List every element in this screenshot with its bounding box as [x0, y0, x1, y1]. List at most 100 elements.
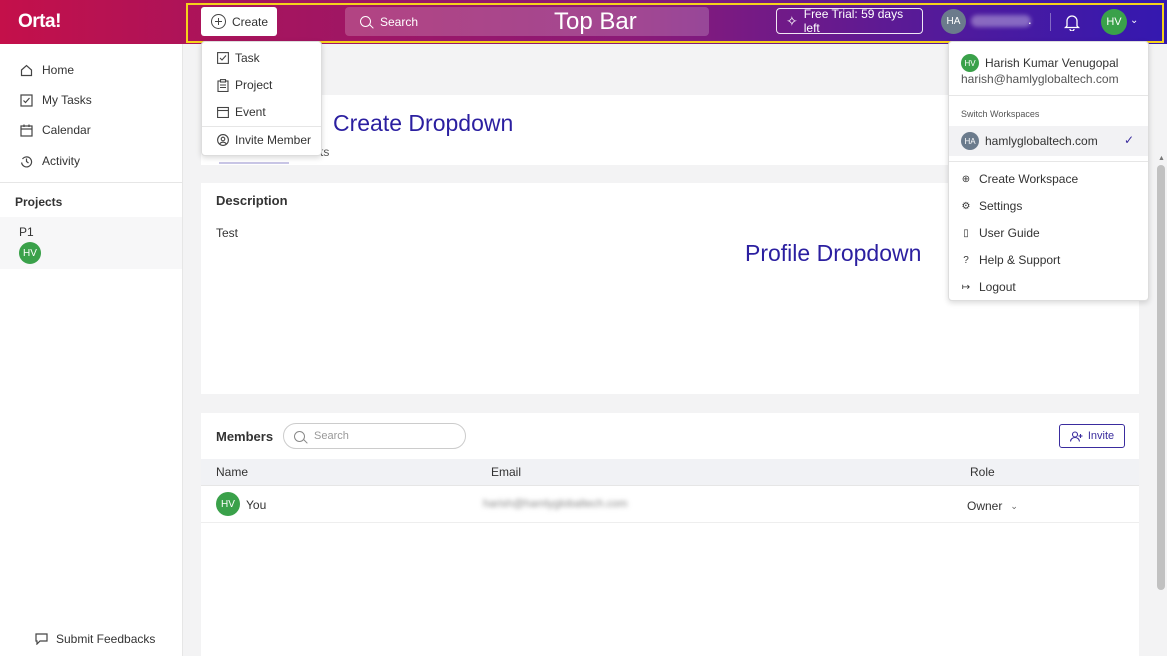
- top-bar-divider: [1050, 13, 1051, 31]
- invite-button-label: Invite: [1087, 430, 1115, 442]
- create-menu-item-label: Invite Member: [235, 133, 312, 147]
- create-button[interactable]: Create: [201, 7, 277, 36]
- profile-menu-help-support[interactable]: ? Help & Support: [961, 253, 1060, 267]
- create-menu-item-event[interactable]: Event: [217, 105, 266, 119]
- profile-menu-settings[interactable]: ⚙ Settings: [961, 199, 1023, 213]
- gear-icon: ⚙: [961, 200, 971, 212]
- members-table-header: [201, 459, 1139, 486]
- profile-menu-user-guide[interactable]: ▯ User Guide: [961, 226, 1040, 240]
- create-menu-item-task[interactable]: Task: [217, 51, 260, 65]
- create-button-label: Create: [232, 14, 269, 29]
- create-menu-item-label: Task: [235, 51, 260, 65]
- profile-dropdown-annotation: Profile Dropdown: [745, 240, 922, 266]
- profile-avatar: HV: [961, 54, 979, 72]
- global-search[interactable]: Search: [345, 7, 709, 36]
- member-avatar: HV: [216, 492, 240, 516]
- app-logo[interactable]: Orta!: [18, 11, 61, 33]
- check-icon: ✓: [1124, 133, 1135, 147]
- create-menu-item-label: Event: [235, 105, 266, 119]
- project-name[interactable]: P1: [19, 225, 34, 239]
- home-icon: [20, 64, 33, 76]
- workspace-name-suffix: .: [1028, 12, 1032, 27]
- submit-feedback-button[interactable]: Submit Feedbacks: [35, 632, 155, 646]
- calendar-icon: [217, 106, 229, 118]
- profile-name: Harish Kumar Venugopal: [985, 56, 1119, 70]
- free-trial-label: Free Trial: 59 days left: [803, 7, 904, 35]
- create-menu-item-project[interactable]: Project: [217, 78, 272, 92]
- workspace-option-name[interactable]: hamlyglobaltech.com: [985, 134, 1098, 148]
- profile-menu-label: User Guide: [979, 226, 1040, 240]
- create-menu-item-label: Project: [235, 78, 273, 92]
- member-role-value: Owner: [967, 499, 1003, 513]
- description-title: Description: [216, 193, 288, 208]
- profile-dropdown: HV Harish Kumar Venugopal harish@hamlygl…: [948, 41, 1149, 301]
- search-icon: [360, 16, 371, 27]
- create-menu-item-invite-member[interactable]: Invite Member: [217, 133, 311, 147]
- workspace-avatar[interactable]: HA: [941, 9, 966, 34]
- history-icon: [21, 155, 33, 168]
- sidebar-item-home[interactable]: Home: [20, 63, 74, 77]
- scroll-up-arrow[interactable]: ▲: [1158, 155, 1165, 162]
- bell-icon[interactable]: [1064, 13, 1080, 31]
- members-card: [201, 413, 1139, 656]
- active-tab-underline: [219, 162, 289, 164]
- top-bar-annotation-label: Top Bar: [554, 8, 637, 35]
- workspace-option-avatar: HA: [961, 132, 979, 150]
- project-member-avatar: HV: [19, 242, 41, 264]
- profile-divider: [949, 95, 1148, 96]
- profile-menu-label: Help & Support: [979, 253, 1061, 267]
- sidebar-divider: [0, 182, 183, 183]
- column-header-name: Name: [216, 465, 249, 479]
- sidebar-item-calendar[interactable]: Calendar: [20, 123, 91, 137]
- workspace-name-redacted[interactable]: [971, 15, 1031, 27]
- description-text[interactable]: Test: [216, 226, 238, 240]
- profile-menu-label: Create Workspace: [979, 172, 1079, 186]
- profile-menu-logout[interactable]: ↦ Logout: [961, 280, 1016, 294]
- clipboard-icon: [217, 78, 229, 92]
- sidebar-item-label: Activity: [42, 154, 81, 168]
- chevron-down-icon[interactable]: ⌄: [1130, 15, 1138, 26]
- sidebar-item-my-tasks[interactable]: My Tasks: [20, 93, 92, 107]
- profile-divider: [949, 161, 1148, 162]
- member-email-redacted: harish@hamlyglobaltech.com: [483, 498, 628, 510]
- logout-icon: ↦: [961, 281, 971, 293]
- members-search-placeholder: Search: [314, 430, 349, 442]
- create-dropdown: Task Project Event Invite Member: [201, 41, 322, 156]
- sparkle-icon: ✧: [786, 12, 798, 29]
- help-icon: ?: [963, 254, 969, 266]
- search-icon: [294, 430, 305, 442]
- scrollbar-thumb[interactable]: [1157, 165, 1165, 590]
- projects-heading: Projects: [15, 195, 63, 209]
- checkbox-icon: [217, 52, 229, 64]
- switch-workspaces-heading: Switch Workspaces: [961, 109, 1040, 119]
- profile-menu-create-workspace[interactable]: ⊕ Create Workspace: [961, 172, 1078, 186]
- member-role-select[interactable]: Owner ⌄: [967, 499, 1018, 513]
- column-header-email: Email: [491, 465, 522, 479]
- sidebar-item-activity[interactable]: Activity: [20, 154, 80, 168]
- sidebar: Home My Tasks Calendar Activity Projects…: [0, 44, 183, 656]
- user-avatar[interactable]: HV: [1101, 9, 1127, 35]
- user-circle-icon: [217, 134, 229, 146]
- profile-menu-label: Settings: [979, 199, 1023, 213]
- profile-menu-label: Logout: [979, 280, 1016, 294]
- invite-button[interactable]: Invite: [1059, 424, 1125, 448]
- global-search-label: Search: [380, 14, 419, 29]
- plus-circle-icon: [211, 14, 226, 29]
- members-search-input[interactable]: Search: [283, 423, 466, 449]
- checkbox-icon: [20, 93, 33, 107]
- create-menu-divider: [202, 126, 321, 127]
- book-icon: ▯: [963, 227, 969, 239]
- submit-feedback-label: Submit Feedbacks: [56, 632, 156, 646]
- add-user-icon: [1069, 430, 1083, 442]
- feedback-icon: [35, 633, 48, 645]
- top-bar: Orta! Create Search Top Bar ✧ Free Trial…: [0, 0, 1167, 44]
- column-header-role: Role: [970, 465, 995, 479]
- sidebar-item-label: My Tasks: [42, 93, 92, 107]
- free-trial-button[interactable]: ✧ Free Trial: 59 days left: [776, 7, 923, 35]
- plus-circle-icon: ⊕: [961, 173, 971, 185]
- sidebar-item-label: Home: [42, 63, 75, 77]
- create-dropdown-annotation: Create Dropdown: [333, 110, 514, 136]
- members-title: Members: [216, 429, 274, 444]
- sidebar-item-label: Calendar: [42, 123, 91, 137]
- chevron-down-icon: ⌄: [1010, 500, 1018, 511]
